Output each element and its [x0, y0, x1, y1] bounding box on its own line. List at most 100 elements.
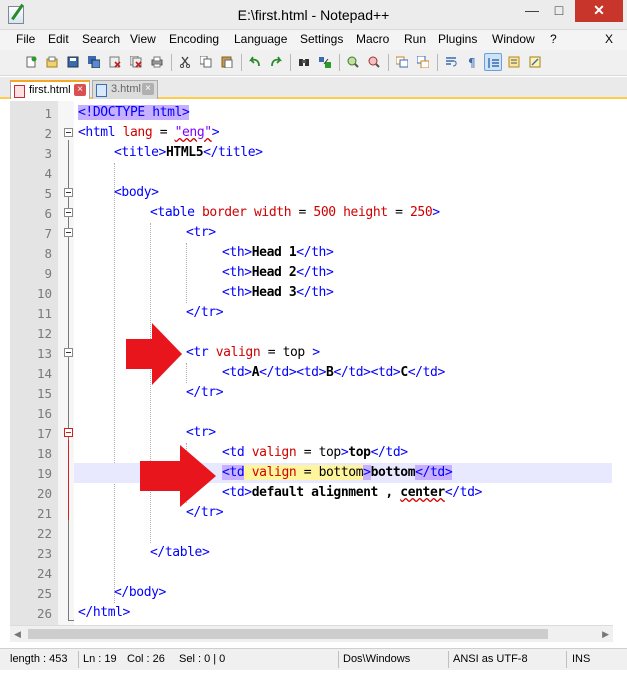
- op-token: =: [296, 465, 319, 480]
- code-text: </table>: [150, 545, 210, 560]
- horizontal-scrollbar[interactable]: ◀ ▶: [10, 625, 613, 642]
- code-text: <td>default alignment , center</td>: [222, 485, 482, 500]
- copy-icon[interactable]: [197, 53, 215, 71]
- line-number: 20: [36, 486, 52, 501]
- line-number: 23: [36, 546, 52, 561]
- toolbar-separator: [339, 54, 340, 71]
- tag-token: </tr>: [186, 385, 224, 400]
- menu-settings[interactable]: Settings: [300, 32, 343, 46]
- paste-icon[interactable]: [218, 53, 236, 71]
- open-file-icon[interactable]: [43, 53, 61, 71]
- line-number: 10: [36, 286, 52, 301]
- scroll-right-icon[interactable]: ▶: [602, 629, 609, 640]
- indent-guide-icon[interactable]: [484, 53, 502, 71]
- close-window-button[interactable]: ✕: [575, 0, 623, 22]
- doc-map-icon[interactable]: [505, 53, 523, 71]
- fold-collapse-icon[interactable]: [64, 188, 73, 197]
- menu-encoding[interactable]: Encoding: [169, 32, 219, 46]
- print-icon[interactable]: [148, 53, 166, 71]
- minimize-button[interactable]: —: [519, 0, 545, 22]
- maximize-button[interactable]: □: [546, 0, 572, 22]
- menu-language[interactable]: Language: [234, 32, 287, 46]
- close-document-button[interactable]: X: [605, 32, 613, 46]
- menu-edit[interactable]: Edit: [48, 32, 69, 46]
- close-all-icon[interactable]: [127, 53, 145, 71]
- close-icon[interactable]: [106, 53, 124, 71]
- line-number: 12: [36, 326, 52, 341]
- number-token: 250: [409, 205, 433, 220]
- code-text: <tr>: [186, 225, 216, 240]
- zoom-in-icon[interactable]: [344, 53, 362, 71]
- red-arrow-icon: [140, 445, 216, 507]
- tag-token: <tr: [186, 345, 216, 360]
- menu-help[interactable]: ?: [550, 32, 557, 46]
- menu-macro[interactable]: Macro: [356, 32, 389, 46]
- function-list-icon[interactable]: [526, 53, 544, 71]
- fold-collapse-icon[interactable]: [64, 128, 73, 137]
- line-number: 16: [36, 406, 52, 421]
- find-icon[interactable]: [295, 53, 313, 71]
- save-icon[interactable]: [64, 53, 82, 71]
- sync-vertical-icon[interactable]: [393, 53, 411, 71]
- editor[interactable]: 1 <!DOCTYPE html> 2 <html lang = "eng"> …: [0, 101, 627, 625]
- attr-token: gn: [281, 465, 297, 480]
- tag-token: </tr>: [186, 505, 224, 520]
- tag-token: </th>: [296, 245, 334, 260]
- menu-search[interactable]: Search: [82, 32, 120, 46]
- menu-run[interactable]: Run: [404, 32, 426, 46]
- close-tab-icon[interactable]: ×: [74, 84, 86, 96]
- line-number: 19: [36, 466, 52, 481]
- fold-margin[interactable]: [58, 101, 74, 625]
- code-text: <td>A</td><td>B</td><td>C</td>: [222, 365, 445, 380]
- text-token: bottom: [370, 465, 416, 480]
- tag-token: </th>: [296, 285, 334, 300]
- line-number: 2: [44, 126, 52, 141]
- undo-icon[interactable]: [246, 53, 264, 71]
- close-tab-icon[interactable]: ×: [142, 83, 154, 95]
- sync-horizontal-icon[interactable]: [414, 53, 432, 71]
- code-text: <table border width = 500 height = 250>: [150, 205, 440, 220]
- tab-3-html[interactable]: 3.html ×: [92, 80, 158, 99]
- scroll-thumb[interactable]: [28, 629, 548, 639]
- word-wrap-icon[interactable]: [442, 53, 460, 71]
- tag-token: >: [304, 345, 320, 360]
- redo-icon[interactable]: [267, 53, 285, 71]
- menu-window[interactable]: Window: [492, 32, 535, 46]
- code-line: 3 <title>HTML5</title>: [44, 143, 612, 163]
- code-line: 16: [37, 403, 612, 423]
- fold-collapse-icon[interactable]: [64, 348, 73, 357]
- attr-token: valign: [251, 445, 297, 460]
- op-token: =: [387, 205, 410, 220]
- new-file-icon[interactable]: [22, 53, 40, 71]
- fold-collapse-icon[interactable]: [64, 228, 73, 237]
- scroll-left-icon[interactable]: ◀: [14, 629, 21, 640]
- replace-icon[interactable]: [316, 53, 334, 71]
- value-token: "eng": [174, 125, 213, 140]
- menu-file[interactable]: File: [16, 32, 35, 46]
- attr-token: vali: [251, 465, 282, 480]
- fold-collapse-icon[interactable]: [64, 428, 73, 437]
- code-line: 9 <th>Head 2</th>: [44, 263, 612, 283]
- tab-first-html[interactable]: first.html ×: [10, 80, 90, 99]
- tag-token: <td: [222, 465, 245, 480]
- code-line: 2 <html lang = "eng">: [44, 123, 612, 143]
- show-all-chars-icon[interactable]: ¶: [463, 53, 481, 71]
- toolbar-separator: [290, 54, 291, 71]
- title-bar: E:\first.html - Notepad++ — □ ✕: [0, 0, 627, 30]
- code-text: </tr>: [186, 305, 224, 320]
- line-number: 14: [36, 366, 52, 381]
- tag-token: </td>: [415, 465, 453, 480]
- fold-collapse-icon[interactable]: [64, 208, 73, 217]
- code-text: <!DOCTYPE html>: [78, 105, 190, 120]
- code-line: 17 <tr>: [37, 423, 612, 443]
- save-all-icon[interactable]: [85, 53, 103, 71]
- cut-icon[interactable]: [176, 53, 194, 71]
- tag-token: </html>: [78, 605, 130, 620]
- status-separator: [448, 651, 449, 668]
- tag-token: </th>: [296, 265, 334, 280]
- menu-plugins[interactable]: Plugins: [438, 32, 477, 46]
- line-number: 18: [36, 446, 52, 461]
- zoom-out-icon[interactable]: [365, 53, 383, 71]
- menu-view[interactable]: View: [130, 32, 156, 46]
- line-number: 21: [36, 506, 52, 521]
